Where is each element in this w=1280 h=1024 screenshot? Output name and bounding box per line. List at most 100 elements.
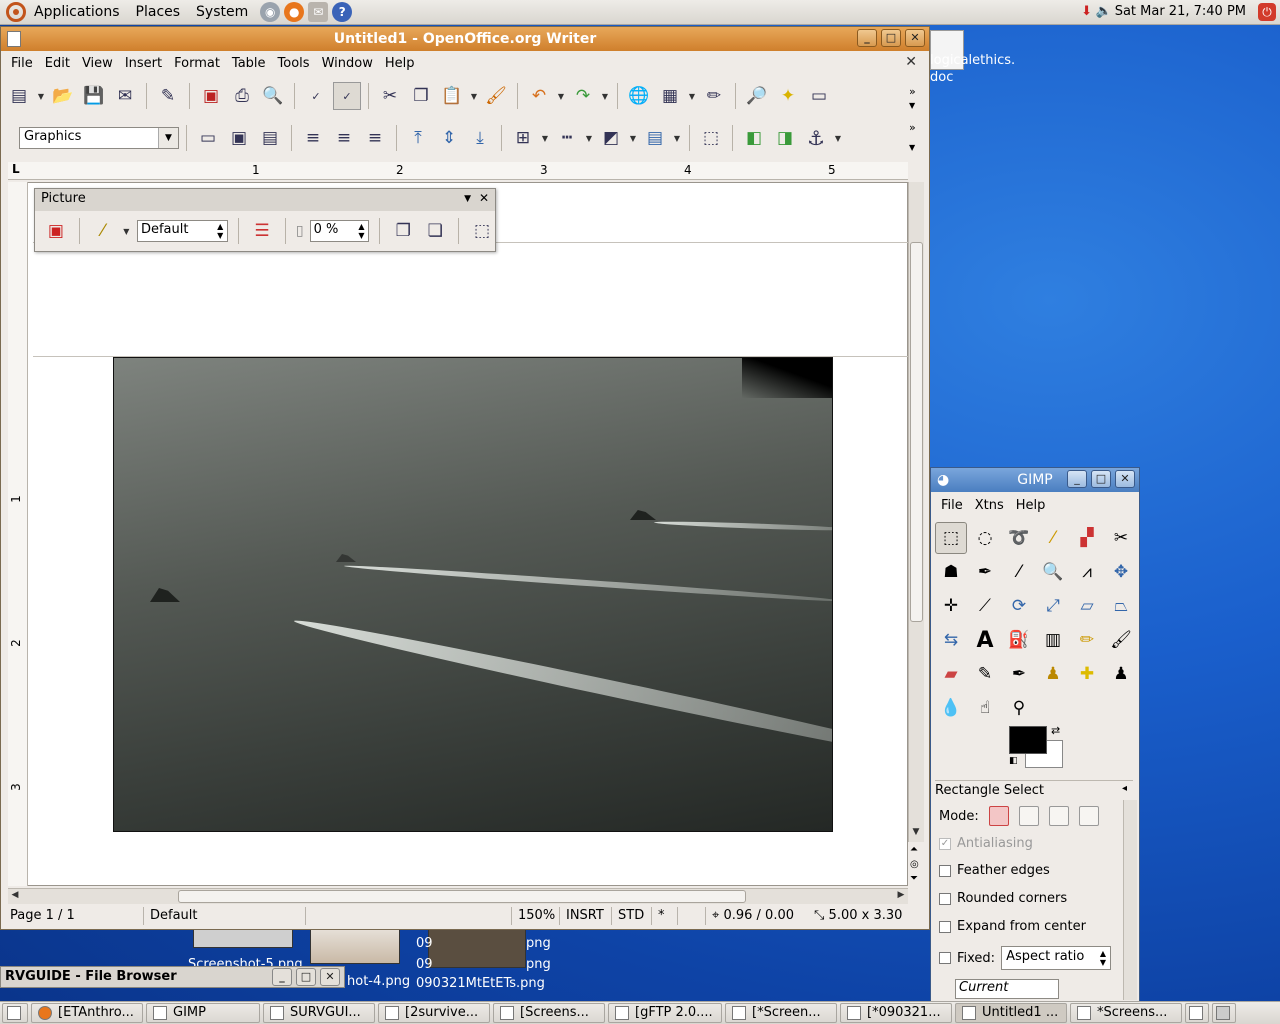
- bucket-fill-icon[interactable]: ⛽: [1003, 624, 1035, 656]
- menu-view[interactable]: View: [76, 56, 119, 71]
- menu-format[interactable]: Format: [168, 56, 226, 71]
- chevron-down-icon[interactable]: ▼: [214, 231, 226, 241]
- vertical-scrollbar[interactable]: ▼: [908, 182, 924, 842]
- send-to-back-icon[interactable]: ◨: [771, 124, 799, 152]
- rounded-corners-checkbox[interactable]: [939, 892, 951, 905]
- close-button[interactable]: ✕: [905, 29, 925, 47]
- chevron-down-icon[interactable]: ▼: [833, 134, 843, 143]
- chevron-down-icon[interactable]: ▼: [687, 92, 697, 101]
- menu-edit[interactable]: Edit: [39, 56, 76, 71]
- redo-icon[interactable]: ↷: [569, 82, 597, 110]
- task-item[interactable]: [*Screen...: [725, 1003, 837, 1023]
- previous-page-icon[interactable]: ⏶: [910, 844, 918, 855]
- status-selection-mode[interactable]: STD: [612, 907, 652, 925]
- clock[interactable]: Sat Mar 21, 7:40 PM: [1115, 4, 1246, 19]
- feather-checkbox[interactable]: [939, 864, 951, 877]
- close-document-icon[interactable]: ✕: [905, 54, 917, 70]
- text-icon[interactable]: A: [969, 624, 1001, 656]
- transparency-field[interactable]: 0 % ▲ ▼: [309, 220, 370, 242]
- crop-icon[interactable]: ⬚: [469, 217, 495, 245]
- gimp-menu-file[interactable]: File: [935, 498, 969, 513]
- show-desktop-button[interactable]: [2, 1003, 28, 1023]
- thumbnail-label[interactable]: hot-4.png: [347, 974, 410, 989]
- swap-colors-icon[interactable]: ⇄: [1051, 724, 1060, 737]
- navigator-icon[interactable]: ✦: [774, 82, 802, 110]
- task-item[interactable]: GIMP: [146, 1003, 260, 1023]
- chevron-down-icon[interactable]: ▼: [158, 128, 178, 148]
- style-select[interactable]: Graphics ▼: [19, 127, 179, 149]
- email-icon[interactable]: ✉: [111, 82, 139, 110]
- minimize-button[interactable]: _: [1067, 470, 1087, 488]
- print-icon[interactable]: ⎙: [228, 82, 256, 110]
- align-bottom-icon[interactable]: ⤓: [466, 124, 494, 152]
- gimp-menu-help[interactable]: Help: [1010, 498, 1052, 513]
- foreground-color-swatch[interactable]: [1009, 726, 1047, 754]
- chevron-down-icon[interactable]: ▼: [469, 92, 479, 101]
- scale-icon[interactable]: ⤢: [1037, 590, 1069, 622]
- task-item-active[interactable]: Untitled1 ...: [955, 1003, 1067, 1023]
- volume-icon[interactable]: 🔈: [1096, 4, 1112, 19]
- clone-icon[interactable]: ♟: [1037, 658, 1069, 690]
- align-icon[interactable]: ✛: [935, 590, 967, 622]
- thumbnail-image[interactable]: [428, 928, 526, 968]
- fixed-mode-select[interactable]: Aspect ratio ▲ ▼: [1001, 946, 1112, 970]
- open-icon[interactable]: 📂: [49, 82, 77, 110]
- blur-icon[interactable]: 💧: [935, 692, 967, 724]
- menu-insert[interactable]: Insert: [119, 56, 168, 71]
- blend-icon[interactable]: ▥: [1037, 624, 1069, 656]
- update-notifier-icon[interactable]: ⬇: [1081, 4, 1092, 19]
- inserted-picture[interactable]: [113, 357, 833, 832]
- flip-vertical-icon[interactable]: ❐: [390, 217, 416, 245]
- draw-functions-icon[interactable]: ✏: [700, 82, 728, 110]
- gimp-app-icon[interactable]: ◕: [937, 468, 949, 492]
- chevron-down-icon[interactable]: ▼: [909, 143, 915, 152]
- toolbar-overflow-icon[interactable]: »: [909, 85, 916, 98]
- crop-icon[interactable]: ⟋: [969, 590, 1001, 622]
- status-page[interactable]: Page 1 / 1: [4, 907, 144, 925]
- filter-icon[interactable]: ▣: [43, 217, 69, 245]
- close-icon[interactable]: ✕: [479, 191, 489, 205]
- align-left-icon[interactable]: ≡: [299, 124, 327, 152]
- antialiasing-option[interactable]: ✓ Antialiasing: [939, 836, 1033, 851]
- undo-icon[interactable]: ↶: [525, 82, 553, 110]
- find-replace-icon[interactable]: 🔎: [743, 82, 771, 110]
- fixed-checkbox[interactable]: [939, 952, 951, 964]
- vertical-scroll-thumb[interactable]: [910, 242, 923, 622]
- tab-stop-icon[interactable]: L: [12, 162, 20, 176]
- wrap-through-icon[interactable]: ▤: [256, 124, 284, 152]
- thumbnail-image[interactable]: [310, 928, 400, 964]
- chevron-down-icon[interactable]: ▼: [584, 134, 594, 143]
- horizontal-scrollbar[interactable]: ◀ ▶: [8, 888, 908, 904]
- dodge-burn-icon[interactable]: ⚲: [1003, 692, 1035, 724]
- task-item[interactable]: *Screens...: [1070, 1003, 1182, 1023]
- hyperlink-icon[interactable]: 🌐: [625, 82, 653, 110]
- color-picker-icon[interactable]: ⁄: [1003, 556, 1035, 588]
- expand-center-option[interactable]: Expand from center: [939, 919, 1086, 934]
- new-icon[interactable]: ▤: [5, 82, 33, 110]
- status-signature[interactable]: [678, 907, 706, 925]
- thumbnail-label[interactable]: 09: [416, 936, 433, 951]
- menu-tools[interactable]: Tools: [272, 56, 316, 71]
- paintbrush-icon[interactable]: 🖌: [1105, 624, 1137, 656]
- menu-table[interactable]: Table: [226, 56, 272, 71]
- heal-icon[interactable]: ✚: [1071, 658, 1103, 690]
- task-item[interactable]: [gFTP 2.0....: [608, 1003, 722, 1023]
- horizontal-scroll-thumb[interactable]: [178, 890, 746, 903]
- status-page-style[interactable]: Default: [144, 907, 306, 925]
- firefox-icon[interactable]: ●: [284, 2, 305, 22]
- minimize-button[interactable]: _: [272, 968, 292, 986]
- smudge-icon[interactable]: ☝: [969, 692, 1001, 724]
- paste-icon[interactable]: 📋: [438, 82, 466, 110]
- bring-to-front-icon[interactable]: ◧: [740, 124, 768, 152]
- status-modified[interactable]: *: [652, 907, 678, 925]
- pencil-icon[interactable]: ✏: [1071, 624, 1103, 656]
- chevron-down-icon[interactable]: ▼: [122, 227, 131, 236]
- help-icon[interactable]: ?: [332, 2, 353, 22]
- color-icon[interactable]: ☰: [249, 217, 275, 245]
- chevron-left-icon[interactable]: ◂: [1122, 783, 1127, 794]
- frame-properties-icon[interactable]: ⬚: [697, 124, 725, 152]
- gimp-menu-xtns[interactable]: Xtns: [969, 498, 1010, 513]
- file-browser-titlebar[interactable]: RVGUIDE - File Browser _ □ ✕: [0, 966, 345, 988]
- places-menu[interactable]: Places: [128, 4, 189, 20]
- task-item[interactable]: [2survive...: [378, 1003, 490, 1023]
